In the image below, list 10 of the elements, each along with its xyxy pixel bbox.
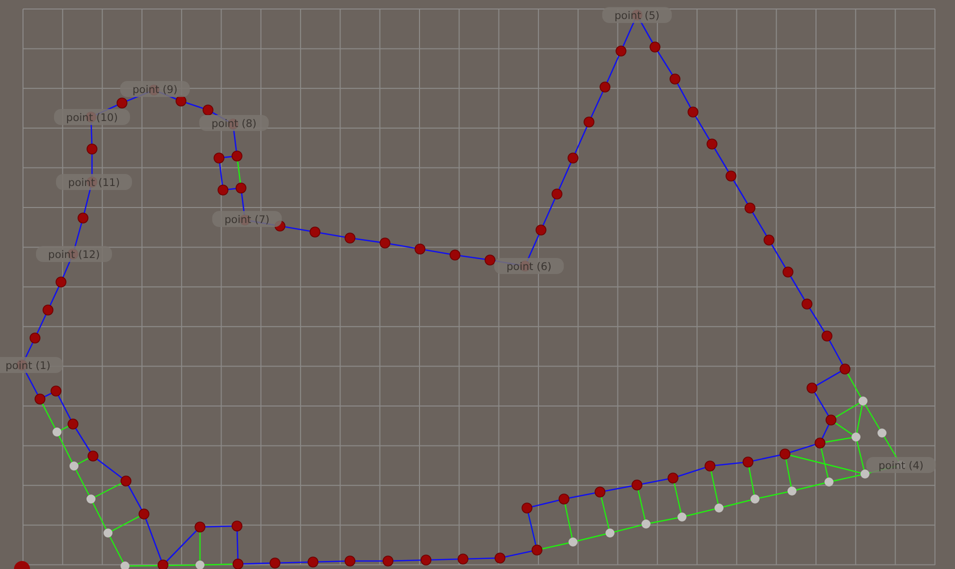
point-label: point (5) [602,7,672,23]
point-label: point (12) [36,246,112,262]
point-label: point (7) [212,211,282,227]
point-label: point (11) [56,174,132,190]
point-label: point (9) [120,81,190,97]
point-label: point (1) [0,357,63,373]
point-label: point (6) [494,258,564,274]
point-label: point (8) [199,115,269,131]
point-label: point (4) [866,457,936,473]
point-label: point (10) [54,109,130,125]
